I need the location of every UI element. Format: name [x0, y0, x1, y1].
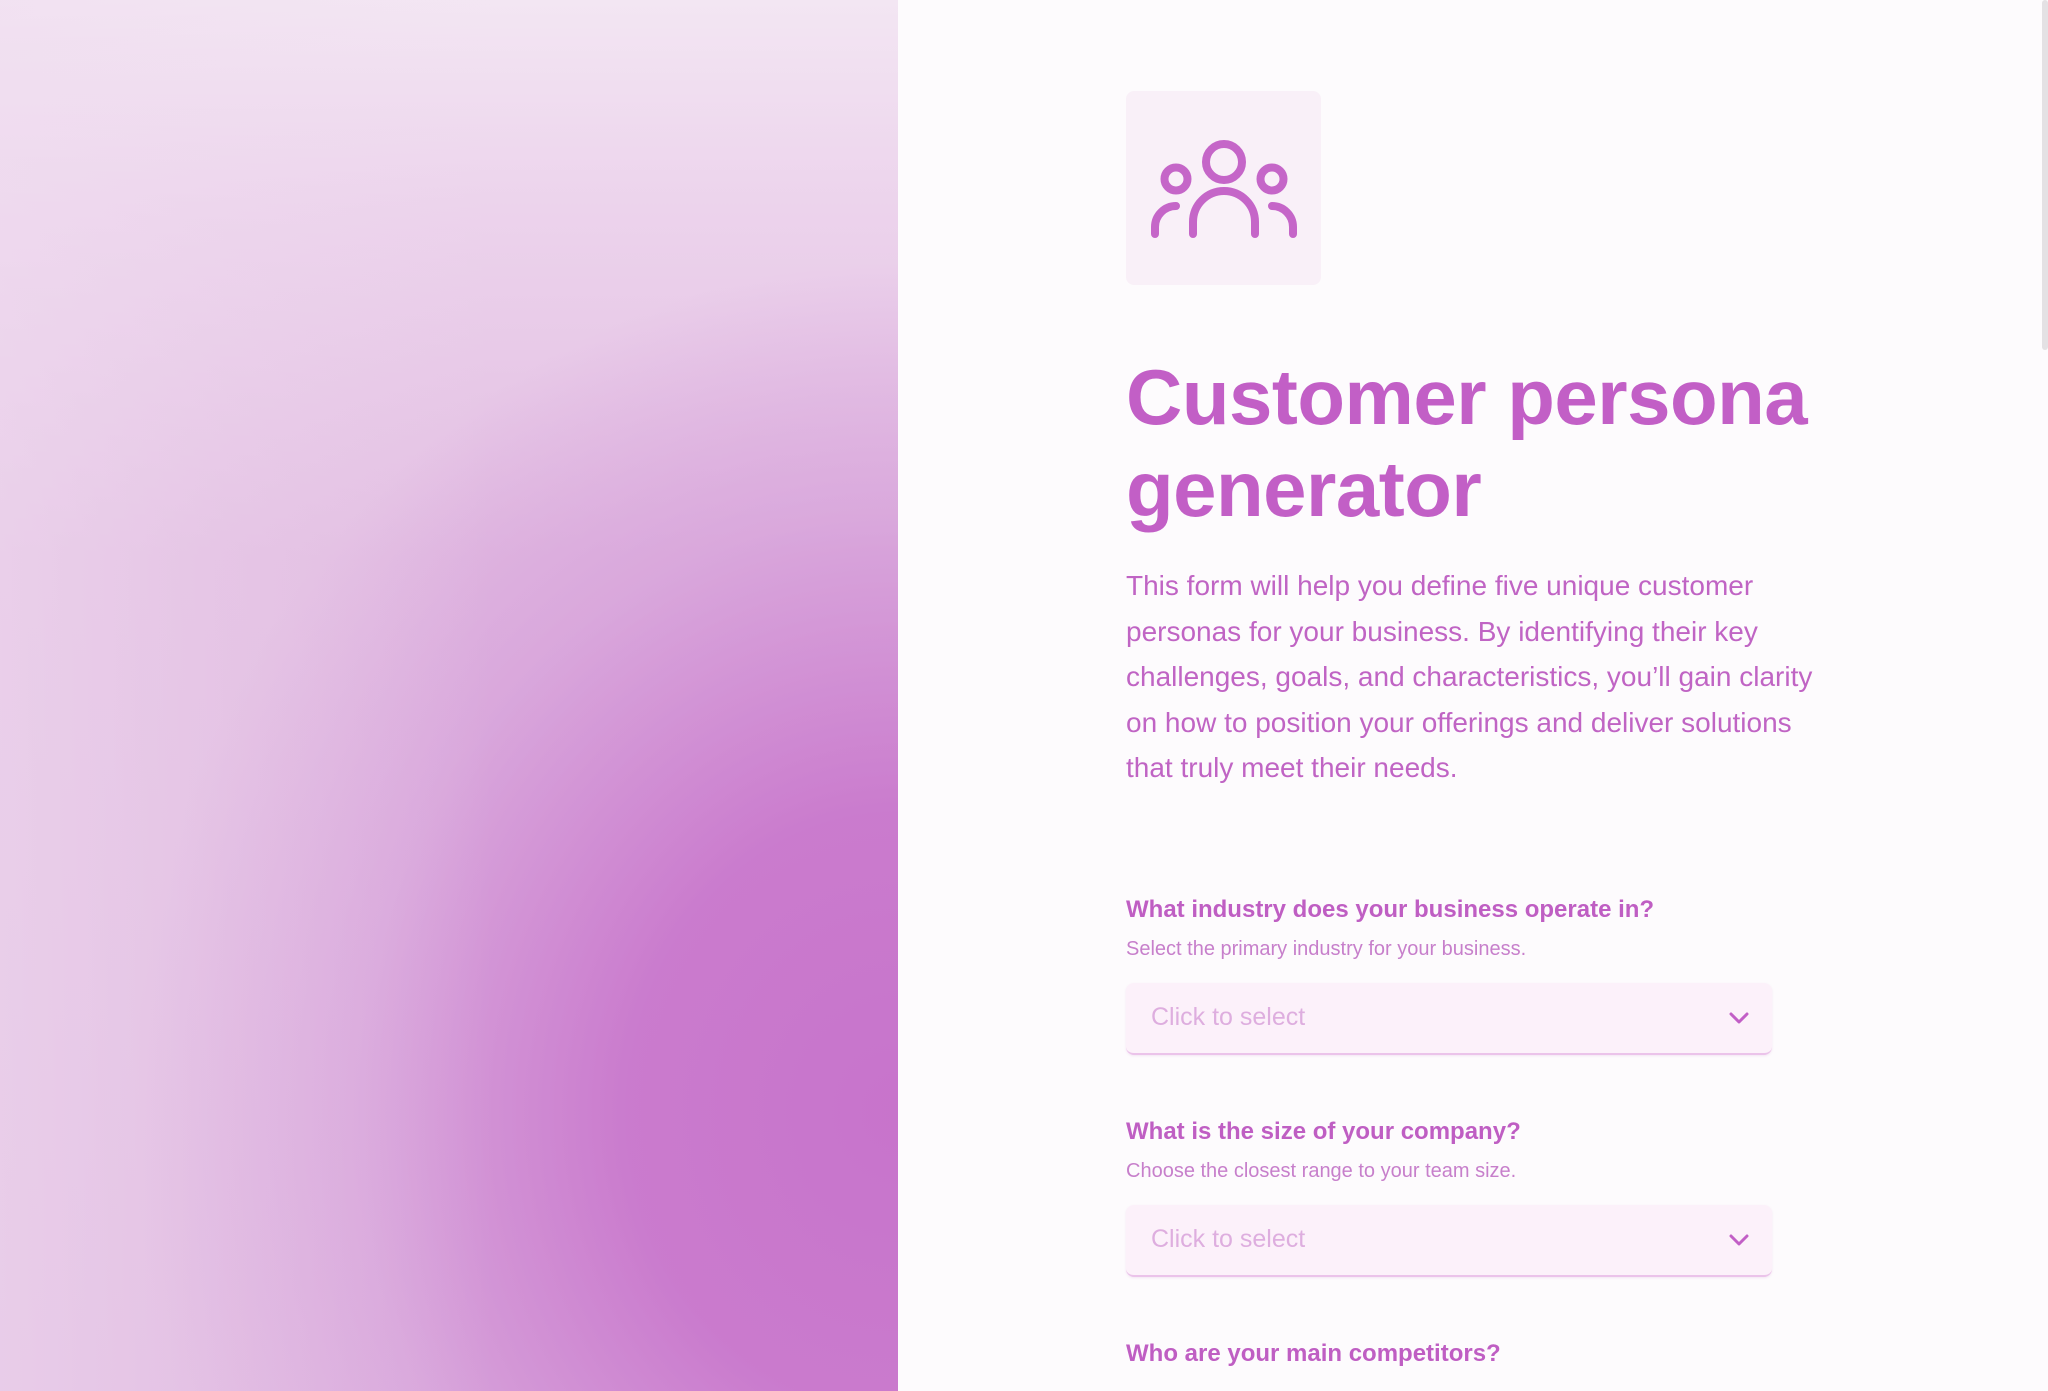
question-industry: What industry does your business operate…	[1126, 895, 1786, 1055]
form-logo	[1126, 91, 1321, 285]
select-placeholder: Click to select	[1151, 1225, 1306, 1253]
question-help-text: Select the primary industry for your bus…	[1126, 937, 1527, 960]
select-placeholder: Click to select	[1151, 1003, 1306, 1031]
question-help-text: Choose the closest range to your team si…	[1126, 1159, 1517, 1182]
form-description: This form will help you define five uniq…	[1126, 570, 1813, 783]
question-label: What is the size of your company?	[1126, 1117, 1521, 1145]
page: Customer persona generator This form wil…	[0, 0, 2048, 1391]
question-competitors: Who are your main competitors?	[1126, 1339, 1786, 1369]
page-title: Customer persona generator	[1126, 353, 1808, 533]
question-label: What industry does your business operate…	[1126, 895, 1655, 923]
industry-select[interactable]: Click to select	[1126, 982, 1772, 1055]
scrollbar-thumb[interactable]	[2042, 0, 2048, 350]
users-group-icon	[1150, 140, 1297, 238]
chevron-down-icon	[1728, 1011, 1750, 1025]
question-label: Who are your main competitors?	[1126, 1339, 1501, 1367]
company-size-select[interactable]: Click to select	[1126, 1204, 1772, 1277]
form-content: Customer persona generator This form wil…	[1126, 91, 1812, 1369]
question-company-size: What is the size of your company? Choose…	[1126, 1117, 1786, 1277]
form-panel: Customer persona generator This form wil…	[898, 0, 2048, 1391]
gradient-hero-panel	[0, 0, 898, 1391]
chevron-down-icon	[1728, 1233, 1750, 1247]
